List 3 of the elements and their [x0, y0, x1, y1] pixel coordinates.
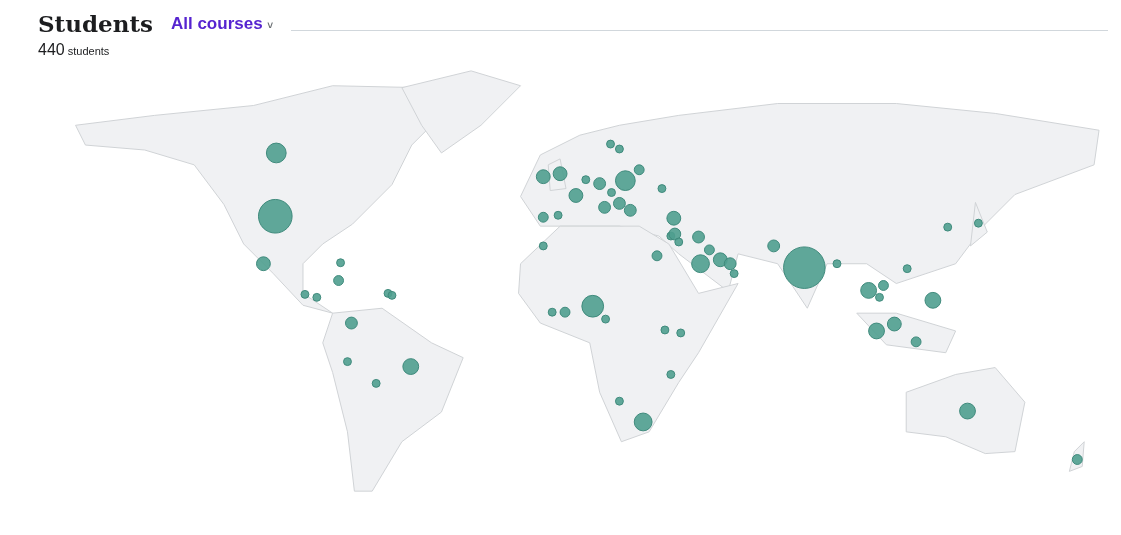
student-count: 440 students [37, 41, 111, 59]
course-filter-dropdown[interactable]: All courses ˅ [170, 13, 274, 34]
page-title: Students [38, 10, 153, 37]
